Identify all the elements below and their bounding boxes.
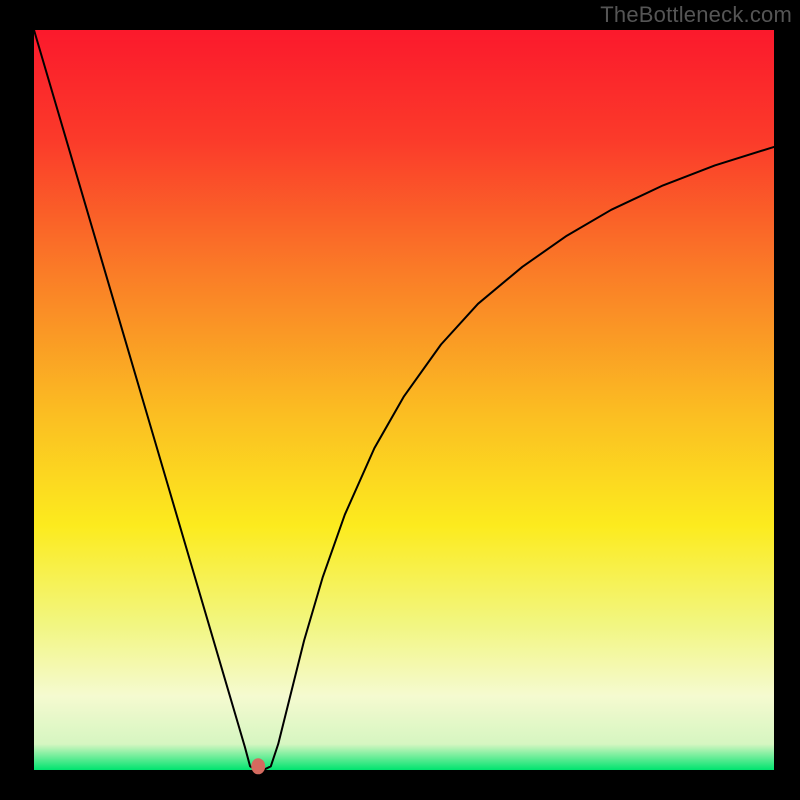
chart-plot-background [34, 30, 774, 770]
watermark-text: TheBottleneck.com [600, 2, 792, 28]
chart-marker-dot [251, 758, 265, 774]
chart-container: TheBottleneck.com [0, 0, 800, 800]
bottleneck-chart [0, 0, 800, 800]
